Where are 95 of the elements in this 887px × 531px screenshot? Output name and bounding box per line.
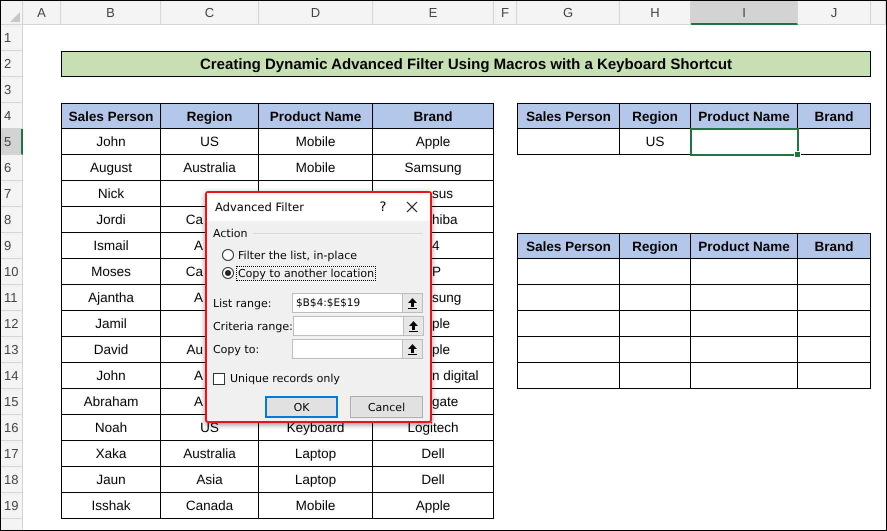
column-header[interactable]: A	[23, 1, 61, 25]
checkbox[interactable]	[213, 372, 225, 384]
close-icon	[406, 201, 418, 213]
selected-cell[interactable]	[690, 128, 799, 156]
table-cell: Ismail	[61, 233, 161, 259]
header-cell: Sales Person	[517, 233, 620, 259]
table-cell: Noah	[61, 415, 161, 441]
table-cell: Abraham	[61, 389, 161, 415]
table-cell: Samsung	[373, 155, 494, 181]
range-picker-button[interactable]	[402, 316, 424, 336]
table-cell: Ajantha	[61, 285, 161, 311]
row-header[interactable]: 7	[1, 181, 23, 207]
row-header[interactable]: 1	[1, 25, 23, 51]
row-header[interactable]: 4	[1, 103, 23, 129]
table-cell	[620, 259, 691, 285]
column-header[interactable]: J	[798, 1, 871, 25]
table-cell: Jordi	[61, 207, 161, 233]
table-cell: Mobile	[259, 155, 373, 181]
range-field[interactable]	[292, 339, 402, 359]
upload-arrow-icon	[408, 298, 417, 308]
row-header[interactable]: 15	[1, 389, 23, 415]
sheet-title: Creating Dynamic Advanced Filter Using Macros with a Keyboard Shortcut	[61, 51, 871, 77]
row-header[interactable]: 16	[1, 415, 23, 441]
row-header[interactable]: 2	[1, 51, 23, 77]
header-cell: Brand	[373, 103, 494, 129]
range-field[interactable]	[292, 316, 403, 336]
row-header[interactable]: 11	[1, 285, 23, 311]
table-cell: Moses	[61, 259, 161, 285]
column-header[interactable]: I	[691, 1, 798, 25]
table-cell: David	[61, 337, 161, 363]
row-header[interactable]: 12	[1, 311, 23, 337]
header-cell: Region	[161, 103, 259, 129]
header-cell: Product Name	[691, 233, 798, 259]
table-cell: Asia	[161, 467, 259, 493]
column-header[interactable]: E	[373, 1, 494, 25]
table-cell: Canada	[161, 493, 259, 519]
table-cell: Jaun	[61, 467, 161, 493]
row-header[interactable]: 19	[1, 493, 23, 519]
header-cell: Sales Person	[61, 103, 161, 129]
column-header[interactable]: F	[494, 1, 517, 25]
range-picker-button[interactable]	[402, 339, 423, 359]
header-cell: Region	[620, 233, 691, 259]
table-cell: Australia	[161, 155, 259, 181]
header-cell: Brand	[798, 233, 871, 259]
column-header[interactable]: B	[61, 1, 161, 25]
column-header[interactable]: G	[517, 1, 620, 25]
table-cell: Australia	[161, 441, 259, 467]
row-header[interactable]: 9	[1, 233, 23, 259]
table-cell: Nick	[61, 181, 161, 207]
field-label: Copy to:	[213, 342, 260, 356]
table-cell: Xaka	[61, 441, 161, 467]
dialog-button[interactable]: OK	[265, 396, 338, 418]
table-cell: Laptop	[259, 441, 373, 467]
table-cell: Isshak	[61, 493, 161, 519]
table-cell: August	[61, 155, 161, 181]
header-cell: Sales Person	[517, 103, 620, 129]
table-cell: John	[61, 129, 161, 155]
dialog-button[interactable]: Cancel	[350, 396, 423, 418]
row-header[interactable]: 5	[1, 129, 23, 155]
table-cell: Mobile	[259, 129, 373, 155]
row-header[interactable]: 17	[1, 441, 23, 467]
table-cell: Dell	[373, 441, 494, 467]
table-cell	[620, 285, 691, 311]
row-header[interactable]: 10	[1, 259, 23, 285]
table-cell: Laptop	[259, 467, 373, 493]
row-header[interactable]: 18	[1, 467, 23, 493]
header-cell: Brand	[798, 103, 871, 129]
table-cell	[620, 337, 691, 363]
row-header[interactable]: 14	[1, 363, 23, 389]
table-cell	[620, 363, 691, 389]
table-cell	[620, 311, 691, 337]
header-cell: Region	[620, 103, 691, 129]
field-label: Criteria range:	[213, 320, 293, 332]
table-cell: US	[161, 129, 259, 155]
radio-button[interactable]	[222, 267, 234, 279]
table-cell: Jamil	[61, 311, 161, 337]
table-cell: Apple	[373, 129, 494, 155]
column-header[interactable]: H	[620, 1, 691, 25]
upload-arrow-icon	[408, 344, 417, 354]
radio-button[interactable]	[222, 249, 234, 261]
table-cell: Dell	[373, 467, 494, 493]
column-header[interactable]: D	[259, 1, 373, 25]
row-header[interactable]: 8	[1, 207, 23, 233]
row-header[interactable]: 6	[1, 155, 23, 181]
header-cell: Product Name	[691, 103, 798, 129]
row-header[interactable]: 13	[1, 337, 23, 363]
table-cell: Mobile	[259, 493, 373, 519]
upload-arrow-icon	[408, 320, 418, 332]
header-cell: Product Name	[259, 103, 373, 129]
table-cell: Apple	[373, 493, 494, 519]
column-header[interactable]: C	[161, 1, 259, 25]
table-cell: John	[61, 363, 161, 389]
range-picker-button[interactable]	[402, 293, 423, 313]
row-header[interactable]: 3	[1, 77, 23, 103]
range-field[interactable]: $B$4:$E$19	[292, 293, 402, 313]
